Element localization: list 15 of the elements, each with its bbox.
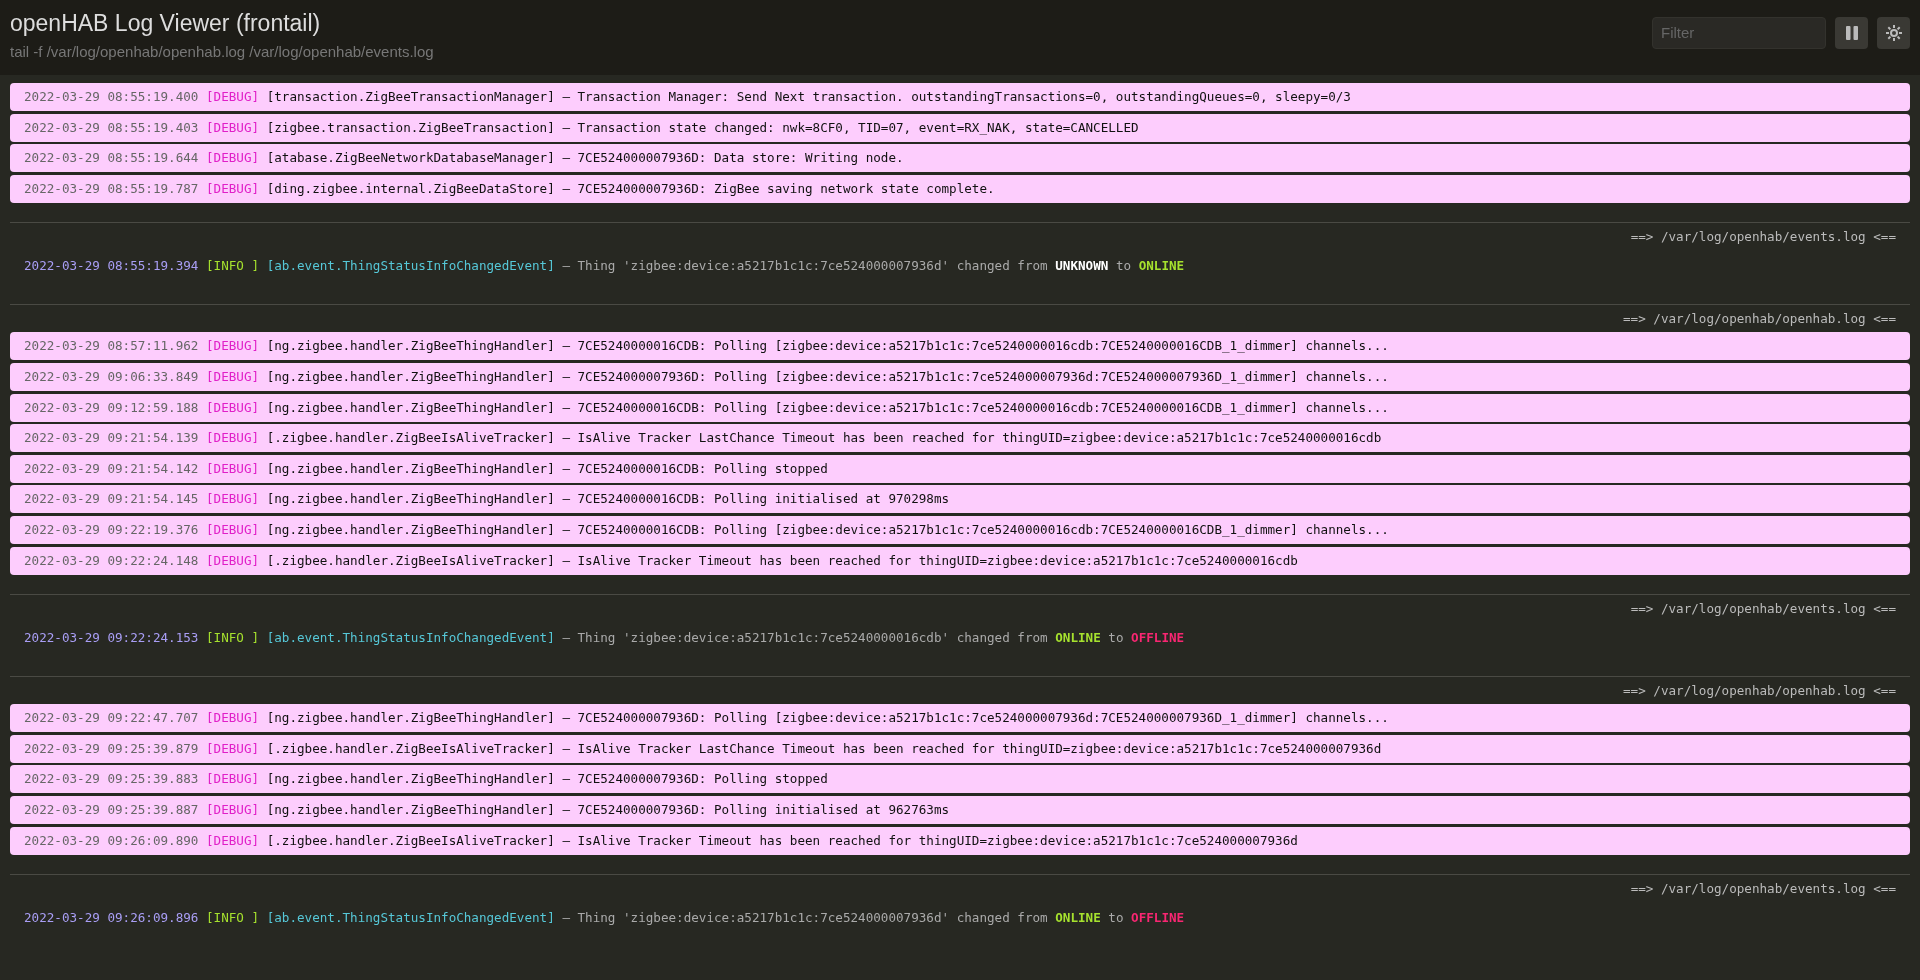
- filter-field[interactable]: Filter: [1652, 16, 1826, 49]
- log-line: 2022-03-29 08:55:19.394 [INFO ] [ab.event.ThingStatusInfoChangedEvent] – Thing 'zigbee:device:a5217b1c1c:7ce524000007936d' changed from UNKNOWN to ONLINE: [23, 257, 1186, 276]
- pause-button[interactable]: [1835, 16, 1868, 49]
- settings-icon: [1884, 23, 1903, 42]
- log-line: 2022-03-29 09:22:24.153 [INFO ] [ab.event.ThingStatusInfoChangedEvent] – Thing 'zigbee:device:a5217b1c1c:7ce5240000016cdb' changed from ONLINE to OFFLINE: [23, 629, 1186, 648]
- app-title: openHAB Log Viewer (frontail): [10, 10, 321, 37]
- file-header: ==> /var/log/openhab/openhab.log <==: [1622, 311, 1897, 327]
- command-subtitle: tail -f /var/log/openhab/openhab.log /var/log/openhab/events.log: [10, 43, 434, 60]
- settings-button[interactable]: [1877, 16, 1910, 49]
- log-line: 2022-03-29 09:26:09.896 [INFO ] [ab.event.ThingStatusInfoChangedEvent] – Thing 'zigbee:device:a5217b1c1c:7ce524000007936d' changed from ONLINE to OFFLINE: [23, 909, 1186, 928]
- file-header: ==> /var/log/openhab/events.log <==: [1629, 881, 1897, 897]
- file-header: ==> /var/log/openhab/events.log <==: [1629, 229, 1897, 245]
- file-header: ==> /var/log/openhab/openhab.log <==: [1622, 683, 1897, 699]
- pause-icon: [1844, 24, 1859, 41]
- file-header: ==> /var/log/openhab/events.log <==: [1629, 601, 1897, 617]
